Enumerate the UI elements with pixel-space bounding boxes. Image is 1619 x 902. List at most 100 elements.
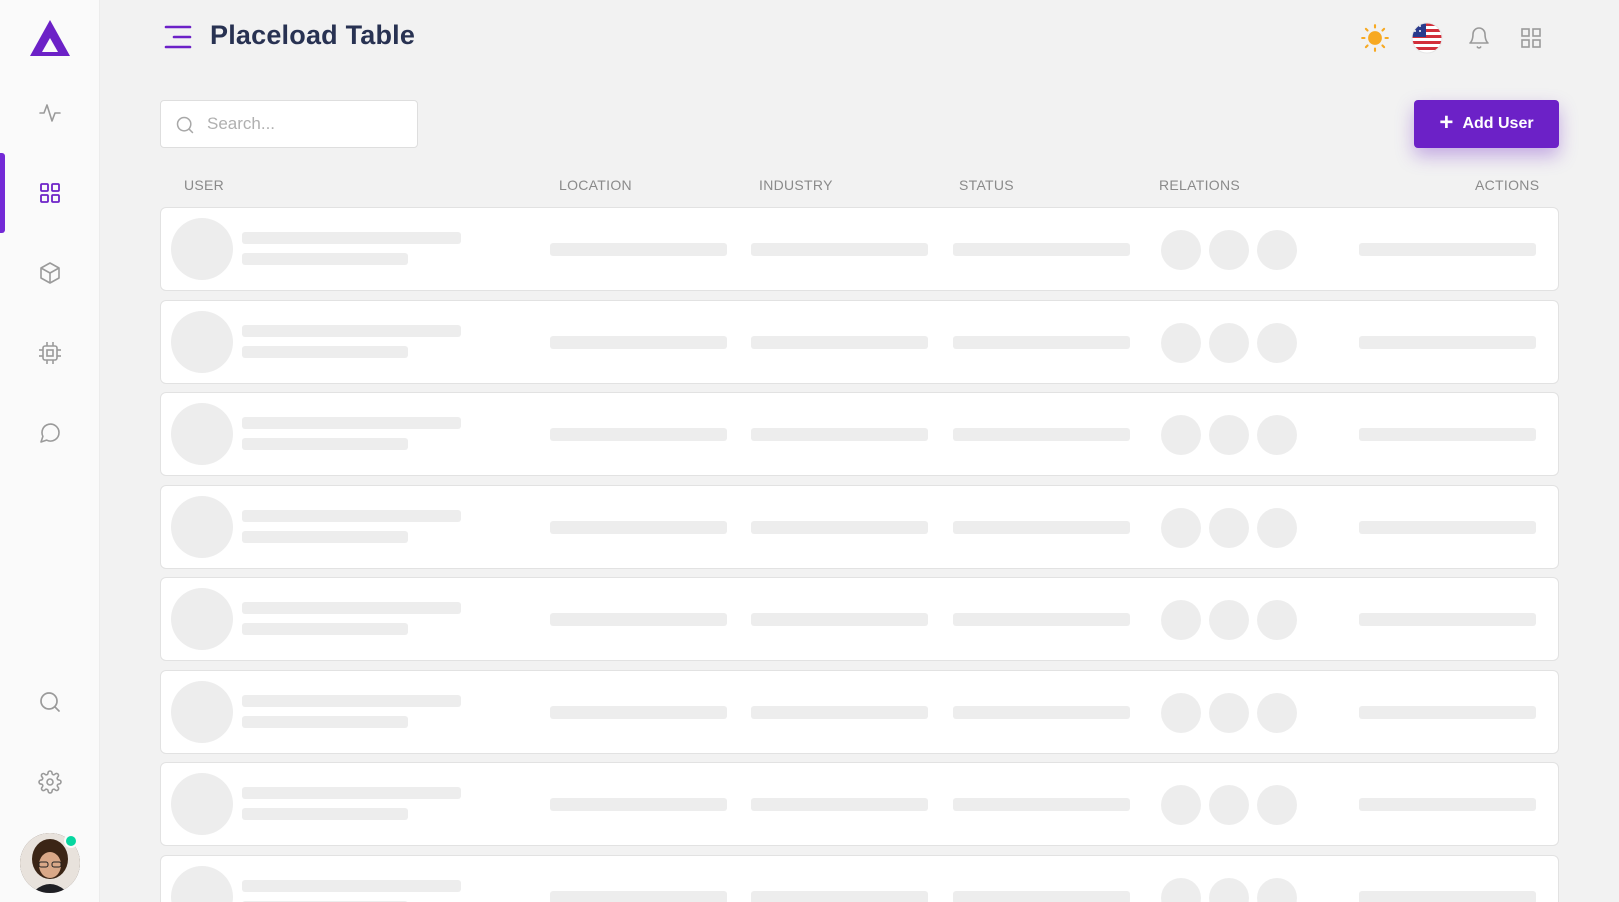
relation-placeholder	[1161, 230, 1201, 270]
location-placeholder	[550, 336, 727, 349]
status-placeholder	[953, 891, 1130, 902]
sidebar-item-dashboard[interactable]	[0, 153, 100, 233]
table-row[interactable]	[160, 207, 1559, 291]
actions-placeholder	[1359, 428, 1536, 441]
location-placeholder	[550, 521, 727, 534]
apps-button[interactable]	[1513, 20, 1549, 56]
name-placeholder	[242, 695, 461, 707]
search-icon	[176, 116, 194, 134]
column-header-actions: ACTIONS	[1475, 177, 1540, 193]
relation-placeholder	[1257, 508, 1297, 548]
sun-icon	[1361, 24, 1389, 52]
actions-placeholder	[1359, 336, 1536, 349]
table-row[interactable]	[160, 485, 1559, 569]
name-placeholder	[242, 510, 461, 522]
sidebar-item-activity[interactable]	[0, 73, 100, 153]
industry-placeholder	[751, 613, 928, 626]
relation-placeholder	[1161, 508, 1201, 548]
actions-placeholder	[1359, 243, 1536, 256]
plus-icon: +	[1439, 108, 1454, 136]
avatar-placeholder	[171, 403, 233, 465]
actions-placeholder	[1359, 521, 1536, 534]
add-user-button[interactable]: + Add User	[1414, 100, 1559, 148]
relation-placeholder	[1209, 878, 1249, 902]
language-selector[interactable]	[1409, 20, 1445, 56]
table-row[interactable]	[160, 300, 1559, 384]
avatar-placeholder	[171, 588, 233, 650]
sidebar-item-settings[interactable]	[0, 742, 100, 822]
relation-placeholder	[1257, 323, 1297, 363]
actions-placeholder	[1359, 613, 1536, 626]
name-placeholder	[242, 232, 461, 244]
relation-placeholder	[1161, 415, 1201, 455]
search-field	[160, 100, 418, 148]
avatar-placeholder	[171, 496, 233, 558]
relation-placeholder	[1161, 785, 1201, 825]
status-placeholder	[953, 428, 1130, 441]
location-placeholder	[550, 798, 727, 811]
add-user-label: Add User	[1462, 115, 1534, 132]
online-status-dot	[64, 834, 78, 848]
sidebar-item-search[interactable]	[0, 662, 100, 742]
relation-placeholder	[1161, 323, 1201, 363]
relation-placeholder	[1209, 230, 1249, 270]
relation-placeholder	[1209, 785, 1249, 825]
location-placeholder	[550, 706, 727, 719]
avatar-placeholder	[171, 218, 233, 280]
status-placeholder	[953, 243, 1130, 256]
table-row[interactable]	[160, 855, 1559, 902]
relation-placeholder	[1161, 878, 1201, 902]
sidebar-item-cpu[interactable]	[0, 313, 100, 393]
relation-placeholder	[1209, 508, 1249, 548]
sidebar	[0, 0, 100, 902]
table-row[interactable]	[160, 762, 1559, 846]
industry-placeholder	[751, 336, 928, 349]
relation-placeholder	[1209, 600, 1249, 640]
activity-icon	[39, 104, 61, 122]
bell-icon	[1469, 27, 1489, 49]
actions-placeholder	[1359, 798, 1536, 811]
status-placeholder	[953, 613, 1130, 626]
relation-placeholder	[1209, 415, 1249, 455]
industry-placeholder	[751, 243, 928, 256]
location-placeholder	[550, 243, 727, 256]
name-placeholder	[242, 602, 461, 614]
cpu-icon	[39, 342, 61, 364]
name-placeholder	[242, 325, 461, 337]
relation-placeholder	[1209, 693, 1249, 733]
location-placeholder	[550, 613, 727, 626]
relation-placeholder	[1161, 693, 1201, 733]
search-input[interactable]	[207, 101, 412, 147]
gear-icon	[38, 770, 62, 794]
avatar-placeholder	[171, 773, 233, 835]
column-header-location: LOCATION	[559, 177, 632, 193]
industry-placeholder	[751, 706, 928, 719]
status-placeholder	[953, 336, 1130, 349]
table-row[interactable]	[160, 670, 1559, 754]
relation-placeholder	[1257, 693, 1297, 733]
actions-placeholder	[1359, 891, 1536, 902]
relation-placeholder	[1257, 878, 1297, 902]
status-placeholder	[953, 521, 1130, 534]
notifications-button[interactable]	[1461, 20, 1497, 56]
industry-placeholder	[751, 428, 928, 441]
subtitle-placeholder	[242, 623, 408, 635]
relation-placeholder	[1257, 785, 1297, 825]
theme-toggle[interactable]	[1357, 20, 1393, 56]
column-header-industry: INDUSTRY	[759, 177, 833, 193]
sidebar-item-messages[interactable]	[0, 393, 100, 473]
subtitle-placeholder	[242, 808, 408, 820]
industry-placeholder	[751, 891, 928, 902]
column-header-relations: RELATIONS	[1159, 177, 1241, 193]
status-placeholder	[953, 798, 1130, 811]
subtitle-placeholder	[242, 531, 408, 543]
column-header-user: USER	[184, 177, 225, 193]
grid-icon	[40, 183, 60, 203]
table-row[interactable]	[160, 392, 1559, 476]
sidebar-item-components[interactable]	[0, 233, 100, 313]
subtitle-placeholder	[242, 253, 408, 265]
logo[interactable]	[28, 18, 72, 58]
relation-placeholder	[1257, 600, 1297, 640]
table-row[interactable]	[160, 577, 1559, 661]
menu-toggle-icon[interactable]	[164, 24, 192, 50]
